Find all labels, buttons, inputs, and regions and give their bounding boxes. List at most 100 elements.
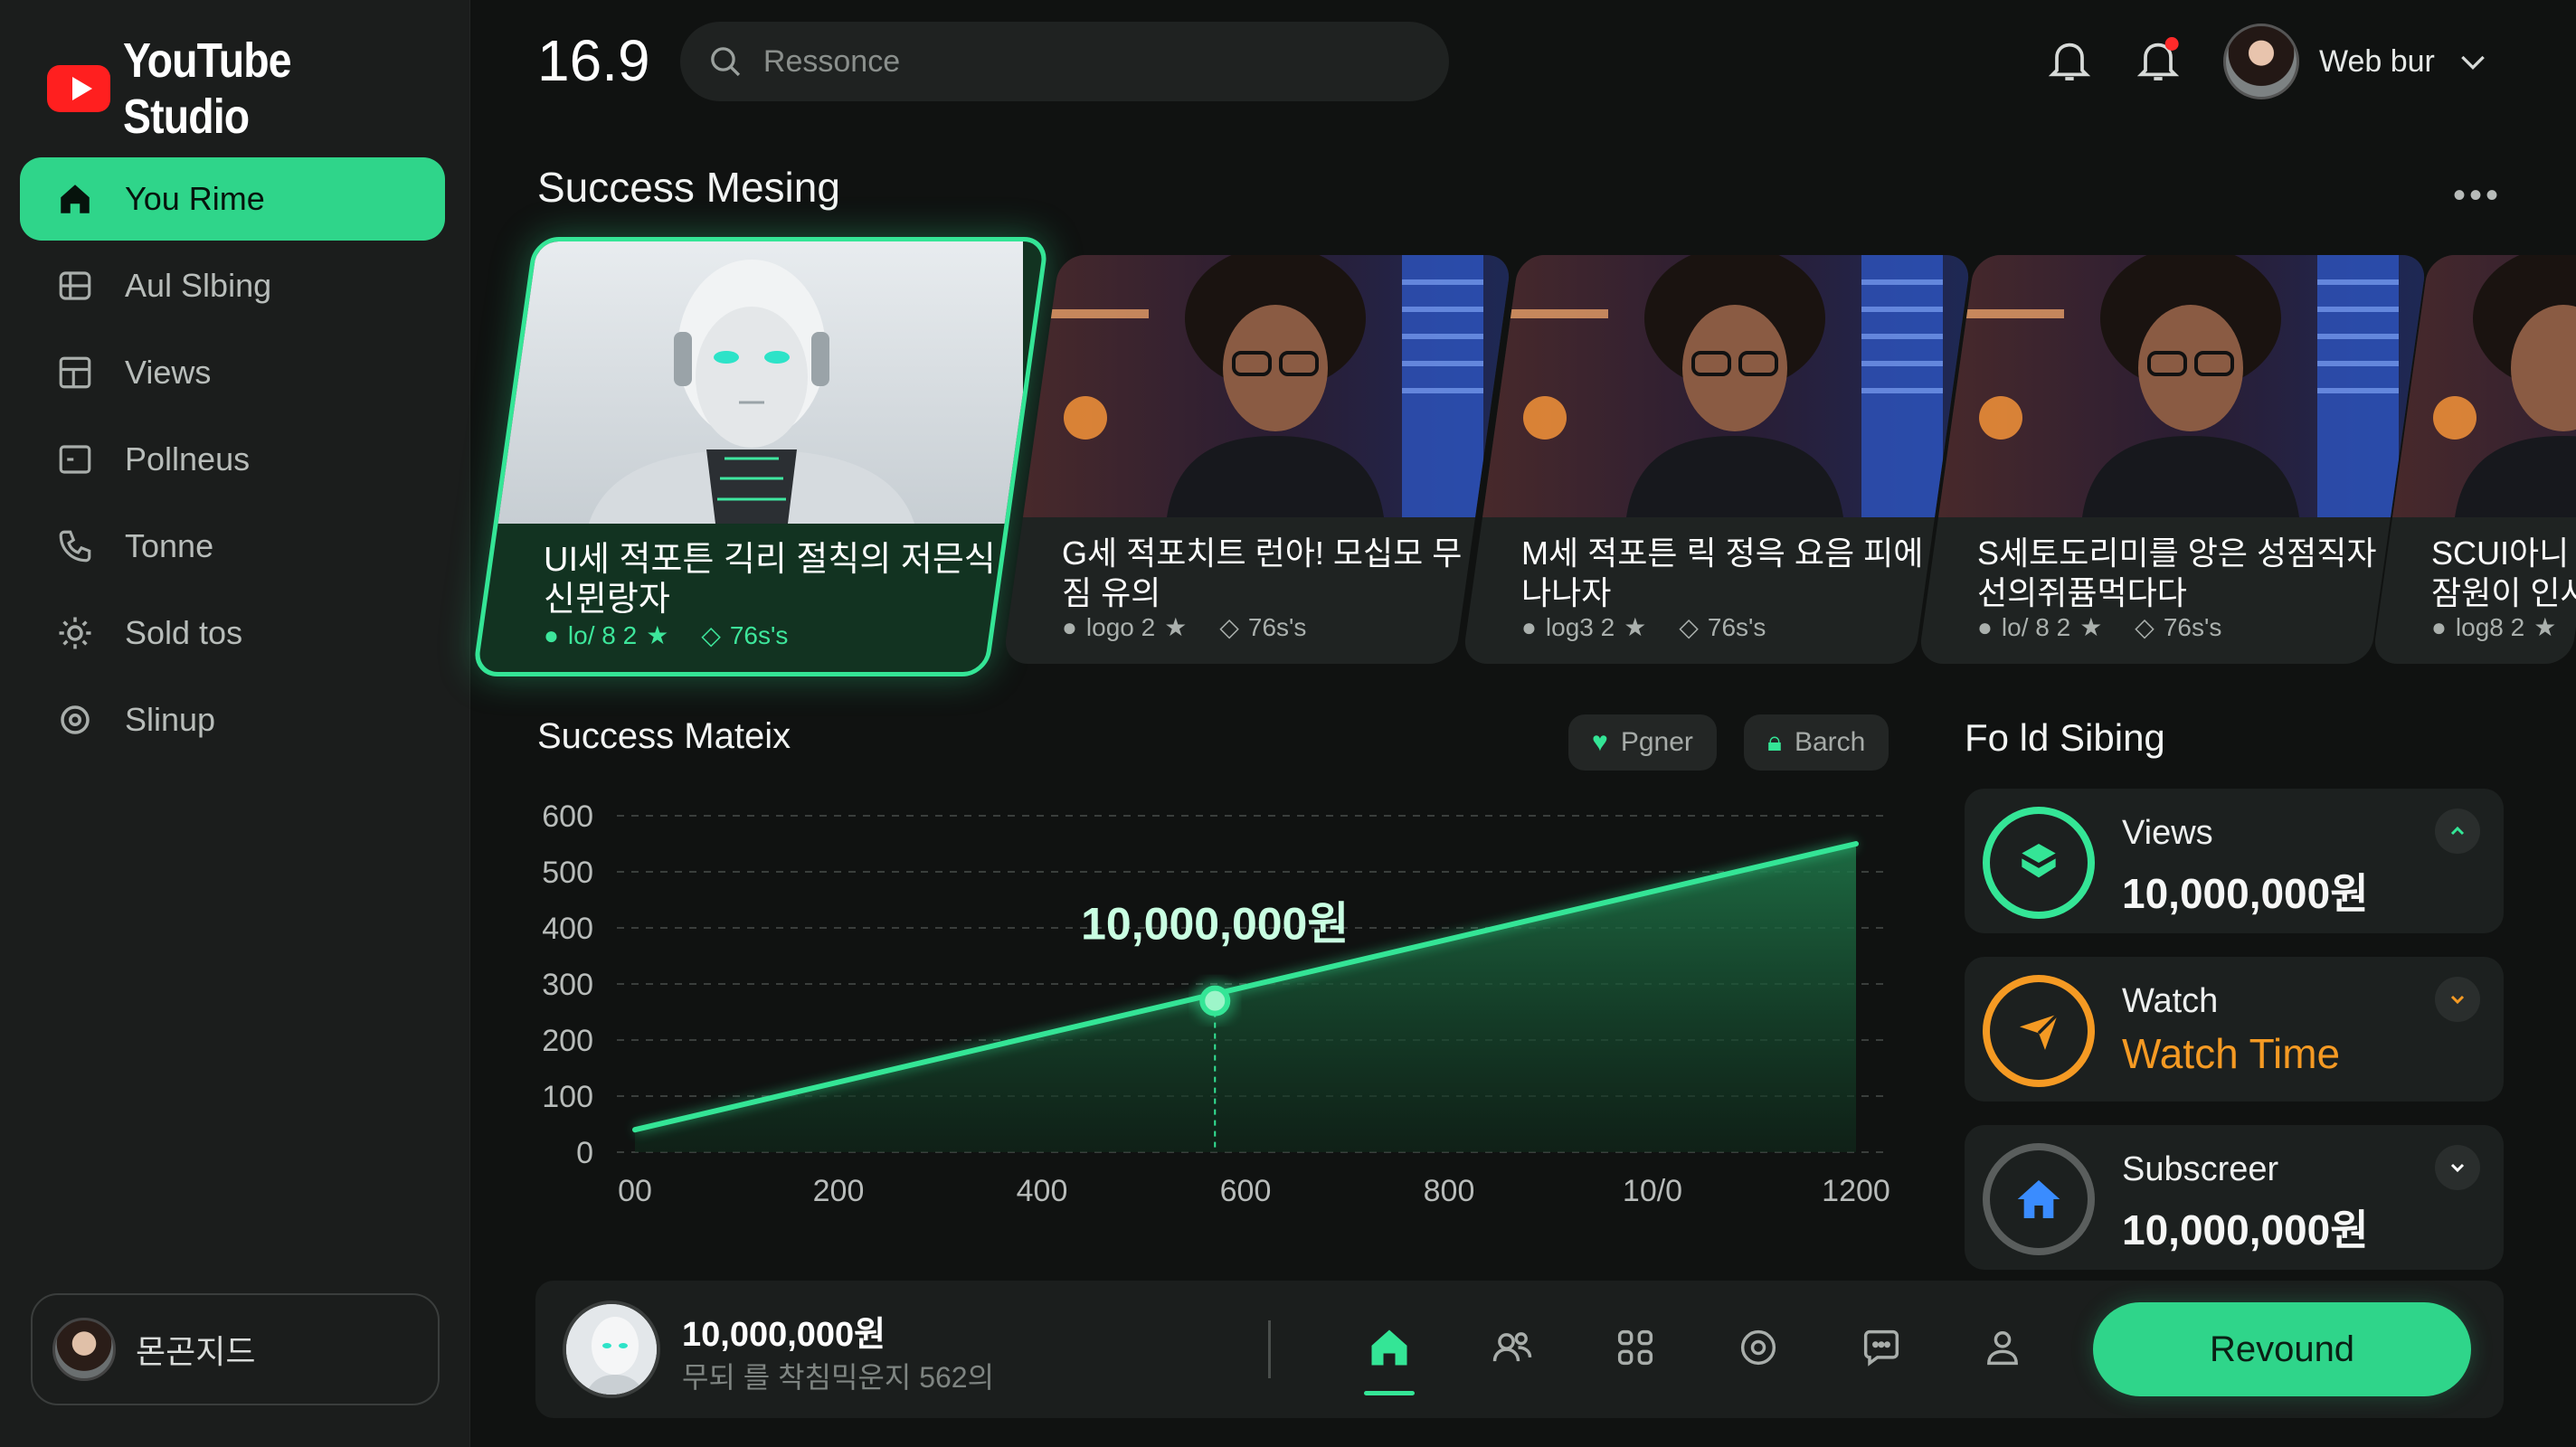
chat-icon: ●: [544, 620, 559, 649]
video-card[interactable]: M세 적포튼 릭 정윽 요음 피에 나나자 ● log3 2 ★ ◇ 76s's: [1462, 255, 1972, 664]
video-card[interactable]: G세 적포치트 런아! 모십모 무짐 유의 ● logo 2 ★ ◇ 76s's: [1002, 255, 1512, 664]
highlight-point[interactable]: [1199, 985, 1231, 1017]
lock-icon: 🔒︎: [1767, 727, 1782, 757]
star-icon: ★: [2533, 613, 2557, 641]
x-tick-label: 800: [1424, 1174, 1475, 1208]
sidebar-item-label: Sold tos: [125, 614, 243, 651]
more-options-icon[interactable]: •••: [2453, 175, 2502, 216]
sidebar-item-aul-slbing[interactable]: Aul Slbing: [20, 244, 445, 327]
heart-icon: ♥: [1592, 727, 1608, 757]
sidebar-item-slinup[interactable]: Slinup: [20, 678, 445, 761]
y-tick-label: 0: [576, 1136, 593, 1170]
stats-title: Fo ld Sibing: [1965, 716, 2165, 759]
search-bar[interactable]: [680, 22, 1449, 101]
star-icon: ★: [1164, 613, 1188, 641]
video-meta: ● lo/ 8 2 ★ ◇ 76s's: [544, 620, 788, 650]
search-input[interactable]: [762, 43, 1449, 80]
sidebar-profile[interactable]: 몬곤지드: [31, 1293, 440, 1405]
video-meta: ● log8 2 ★: [2431, 612, 2557, 642]
video-title: SCUI아니잠원이 인사: [2431, 534, 2576, 611]
tag-icon: ◇: [1679, 613, 1699, 641]
sidebar-item-sold-tos[interactable]: Sold tos: [20, 591, 445, 675]
chat-icon: ●: [1062, 612, 1077, 641]
youtube-play-icon: [47, 65, 111, 112]
tag-icon: ◇: [2135, 613, 2155, 641]
sidebar-item-label: Aul Slbing: [125, 267, 272, 304]
layout-icon: [56, 267, 94, 305]
sidebar-item-label: You Rime: [125, 180, 265, 217]
sidebar-item-pollneus[interactable]: Pollneus: [20, 418, 445, 501]
avatar: [52, 1318, 116, 1381]
filter-chip-pgner[interactable]: ♥ Pgner: [1568, 714, 1717, 771]
highlight-label: 10,000,000원: [1081, 899, 1349, 950]
stat-card-watch[interactable]: Watch Watch Time: [1965, 957, 2504, 1102]
tag-icon: ◇: [701, 621, 721, 649]
chevron-up-icon[interactable]: [2435, 809, 2480, 854]
sidebar-item-you-rime[interactable]: You Rime: [20, 157, 445, 241]
user-menu[interactable]: Web bur: [2223, 24, 2491, 99]
star-icon: ★: [1624, 613, 1647, 641]
stat-value: 10,000,000원: [2122, 870, 2369, 917]
cube-icon: [1983, 807, 2095, 919]
settings-icon: [56, 701, 94, 739]
sidebar-item-label: Tonne: [125, 527, 214, 564]
people-icon[interactable]: [1485, 1320, 1539, 1375]
chat-icon: ●: [1977, 612, 1993, 641]
star-icon: ★: [2079, 613, 2103, 641]
divider: [1268, 1320, 1271, 1378]
video-thumbnail: [1463, 255, 1972, 517]
y-tick-label: 400: [542, 912, 593, 946]
video-title: G세 적포치트 런아! 모십모 무짐 유의: [1062, 534, 1463, 611]
target-icon[interactable]: [1731, 1320, 1785, 1375]
y-tick-label: 600: [542, 799, 593, 834]
area-chart: 10,000,000원 0 100 200 300 400 500 600 00 200 400 6…: [542, 799, 1890, 1208]
chevron-down-icon[interactable]: [2435, 977, 2480, 1022]
chart-title: Success Mateix: [537, 716, 791, 756]
sidebar: YouTube Studio You Rime Aul Slbing Views…: [0, 0, 470, 1447]
chevron-down-icon[interactable]: [2435, 1145, 2480, 1190]
bottom-amount: 10,000,000원: [682, 1316, 886, 1354]
video-card[interactable]: UI세 적포튼 긱리 절칙의 저믄식 신뮌랑자 ● lo/ 8 2 ★ ◇ 76s's: [471, 237, 1050, 676]
active-tab-indicator: [1364, 1391, 1415, 1395]
x-tick-label: 1200: [1822, 1174, 1890, 1208]
stat-label: Subscreer: [2122, 1150, 2279, 1188]
x-tick-label: 200: [813, 1174, 865, 1208]
home-icon[interactable]: [1362, 1320, 1416, 1375]
home-icon: [56, 180, 94, 218]
sidebar-item-tonne[interactable]: Tonne: [20, 505, 445, 588]
filter-chip-barch[interactable]: 🔒︎ Barch: [1744, 714, 1889, 771]
chat-icon: ●: [1521, 612, 1537, 641]
video-title: UI세 적포튼 긱리 절칙의 저믄식 신뮌랑자: [544, 541, 996, 619]
revound-button[interactable]: Revound: [2093, 1302, 2471, 1396]
video-meta: ● log3 2 ★ ◇ 76s's: [1521, 612, 1766, 642]
sidebar-item-label: Views: [125, 354, 212, 391]
search-icon: [711, 47, 741, 77]
chat-icon[interactable]: [1854, 1320, 1908, 1375]
video-meta: ● logo 2 ★ ◇ 76s's: [1062, 612, 1307, 642]
notification-bell-icon[interactable]: [2133, 34, 2183, 85]
x-tick-label: 400: [1017, 1174, 1068, 1208]
sidebar-item-views[interactable]: Views: [20, 331, 445, 414]
video-thumbnail: [1004, 255, 1512, 517]
bell-icon[interactable]: [2044, 34, 2095, 85]
video-thumbnail: [1919, 255, 2428, 517]
phone-icon: [56, 527, 94, 565]
x-tick-label: 600: [1220, 1174, 1272, 1208]
plane-icon: [1983, 975, 2095, 1087]
meta-views: ● lo/ 8 2 ★: [544, 620, 669, 650]
sidebar-nav: You Rime Aul Slbing Views Pollneus Tonne: [20, 157, 445, 765]
video-title: M세 적포튼 릭 정윽 요음 피에 나나자: [1521, 534, 1924, 611]
stat-card-subscriber[interactable]: Subscreer 10,000,000원: [1965, 1125, 2504, 1270]
stat-card-views[interactable]: Views 10,000,000원: [1965, 789, 2504, 933]
grid-icon[interactable]: [1608, 1320, 1662, 1375]
bottom-subtitle: 무되 를 착침믹운지 562의: [682, 1361, 995, 1394]
app-logo[interactable]: YouTube Studio: [47, 33, 469, 145]
video-card[interactable]: S세토도리미를 앙은 성점직자 선의쥐퓸먹다다 ● lo/ 8 2 ★ ◇ 76s's: [1918, 255, 2428, 664]
y-tick-label: 500: [542, 856, 593, 890]
user-icon[interactable]: [1975, 1320, 2030, 1375]
y-tick-label: 200: [542, 1024, 593, 1058]
profile-name: 몬곤지드: [136, 1333, 256, 1370]
stat-value: 10,000,000원: [2122, 1206, 2369, 1253]
x-tick-label: 10/0: [1623, 1174, 1682, 1208]
stat-label: Watch: [2122, 982, 2219, 1020]
